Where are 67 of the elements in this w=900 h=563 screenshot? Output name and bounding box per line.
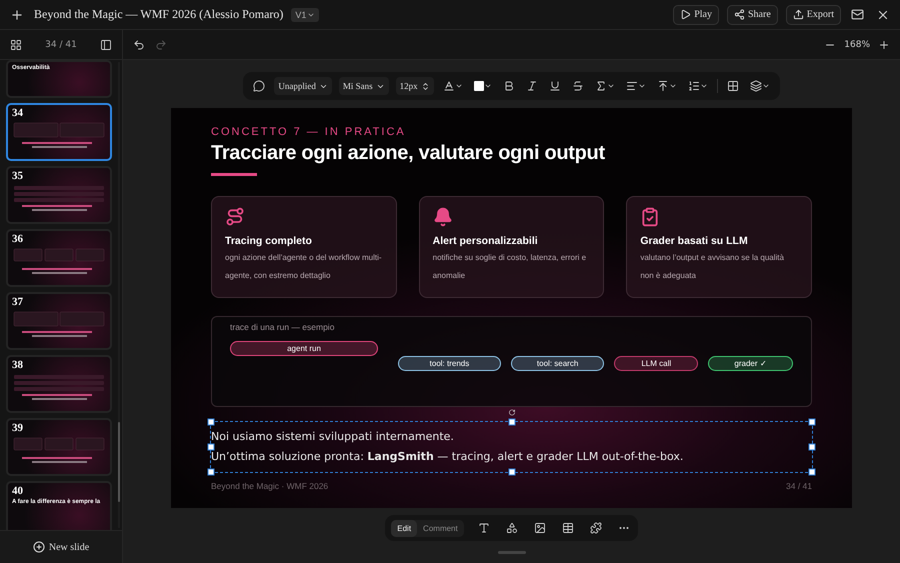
version-dropdown[interactable]: V1 — [291, 8, 320, 22]
trace-span: grader ✓ — [708, 356, 793, 371]
upload-icon — [792, 9, 804, 20]
body-text: Noi usiamo sistemi sviluppati internamente. — [211, 429, 455, 445]
window-title: Beyond the Magic — WMF 2026 (Alessio Pomaro) — [34, 7, 284, 22]
action-button[interactable]: Play — [673, 4, 719, 24]
slide-number: 34 — [12, 108, 23, 119]
card-text: notifiche su soglie di costo, latenza, errori e anomalie — [432, 252, 588, 282]
resize-handle[interactable] — [808, 418, 816, 426]
body-text: Un’ottima soluzione pronta: LangSmith — tracing, alert e grader LLM out-of-the-box. — [211, 449, 684, 465]
slide-thumbnail[interactable]: 35 — [6, 166, 112, 224]
trace-caption: trace di una run — esempio — [230, 322, 334, 332]
resize-handle[interactable] — [508, 418, 515, 426]
font-dropdown[interactable]: Mi Sans — [338, 77, 389, 95]
resize-grip[interactable] — [498, 551, 526, 554]
slide-number: 36 — [12, 234, 23, 245]
slide-thumbnail[interactable]: 39 — [6, 418, 112, 476]
resize-handle[interactable] — [208, 468, 214, 476]
font-size-stepper[interactable]: 12px — [396, 77, 434, 95]
zoom-level: 168% — [844, 40, 870, 50]
slide-number: 37 — [12, 297, 23, 308]
puzzle-icon[interactable] — [588, 520, 604, 536]
page-counter: 34 / 41 — [45, 40, 77, 50]
trace-span: agent run — [230, 341, 378, 356]
bell-icon — [432, 207, 453, 227]
action-button[interactable]: Export — [786, 4, 841, 24]
card-title: Grader basati su LLM — [640, 235, 748, 247]
trace-span: tool: search — [510, 356, 604, 371]
slide-thumbnail[interactable]: 36 — [6, 229, 112, 287]
resize-handle[interactable] — [508, 468, 515, 476]
trace-span: LLM call — [614, 356, 698, 371]
resize-handle[interactable] — [808, 444, 816, 450]
card-title: Tracing completo — [225, 235, 312, 247]
slide-thumbnail[interactable]: 34 — [6, 103, 112, 161]
share-icon — [734, 9, 745, 20]
card-title: Alert personalizzabili — [432, 235, 538, 247]
new-slide-button[interactable]: New slide — [0, 530, 122, 563]
mode-tab[interactable]: Comment — [417, 520, 464, 536]
rotate-icon[interactable] — [508, 409, 515, 416]
card-text: ogni azione dell’agente o del workflow multi-agente, con estremo dettaglio — [225, 252, 383, 282]
play-icon — [680, 9, 692, 20]
mode-tab[interactable]: Edit — [391, 520, 418, 536]
trace-span: tool: trends — [398, 356, 501, 371]
route-icon — [225, 207, 245, 227]
chevron-down-icon — [484, 82, 492, 90]
eyebrow-label: CONCETTO 7 — IN PRATICA — [211, 126, 406, 138]
slide-thumbnail[interactable]: 37 — [6, 292, 112, 350]
slide-number: 39 — [12, 423, 23, 434]
add-icon — [32, 541, 45, 553]
clipboard-check-icon — [640, 207, 660, 227]
slide-heading: Tracciare ogni azione, valutare ogni output — [211, 142, 605, 165]
accent-rule — [211, 173, 257, 176]
slide-thumbnail[interactable]: 38 — [6, 355, 112, 413]
resize-handle[interactable] — [208, 418, 214, 426]
slide-number: 38 — [12, 360, 23, 371]
resize-handle[interactable] — [808, 468, 816, 476]
footer-text: Beyond the Magic · WMF 2026 — [211, 481, 328, 491]
slide-number: 34 / 41 — [786, 481, 812, 491]
action-button[interactable]: Share — [727, 4, 778, 24]
stepper-icon — [420, 82, 430, 90]
resize-handle[interactable] — [208, 444, 214, 450]
card-text: valutano l’output e avvisano se la qualità non è adeguata — [640, 252, 785, 282]
slide-number: 40 — [12, 486, 23, 497]
scrollbar-thumb[interactable] — [118, 422, 120, 502]
comment-icon[interactable] — [251, 78, 268, 94]
slide-number: 35 — [12, 171, 23, 182]
style-dropdown[interactable]: Unapplied — [274, 77, 332, 95]
